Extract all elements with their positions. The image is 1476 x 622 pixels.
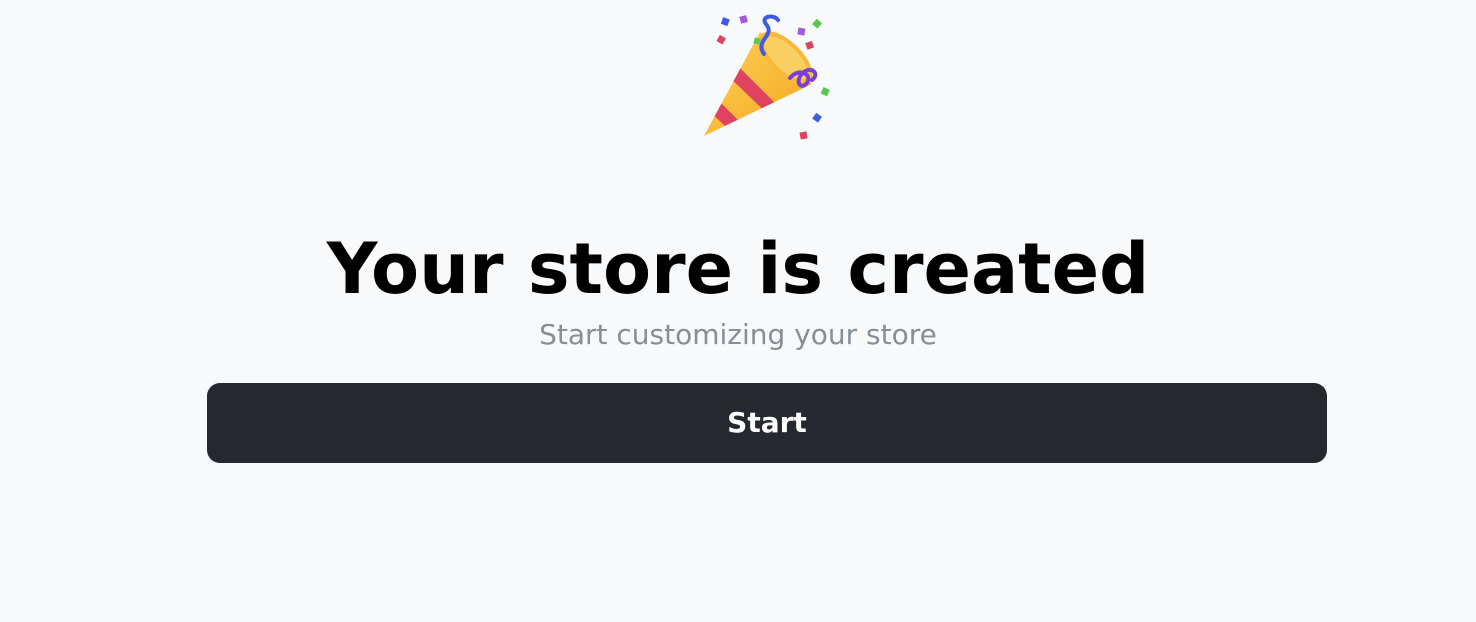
start-button[interactable]: Start — [207, 383, 1327, 463]
store-created-page: Your store is created Start customizing … — [0, 0, 1476, 622]
page-subtitle: Start customizing your store — [539, 318, 937, 351]
party-popper-icon — [694, 10, 838, 154]
page-title: Your store is created — [326, 228, 1150, 310]
